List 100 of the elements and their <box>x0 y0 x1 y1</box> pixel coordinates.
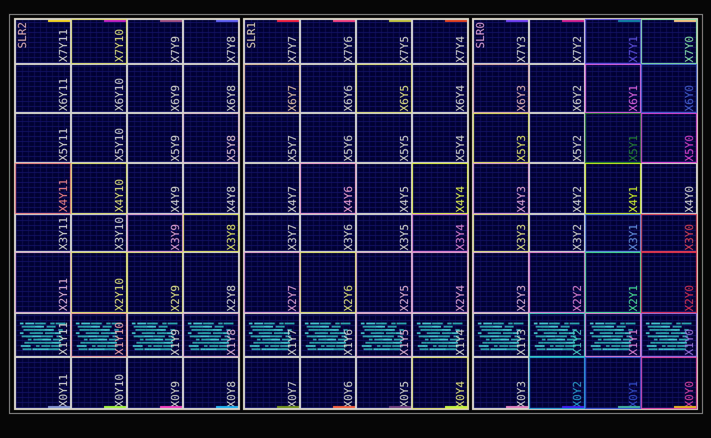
clock-region[interactable]: X6Y5 <box>356 64 412 113</box>
clock-region[interactable]: X5Y6 <box>300 113 356 163</box>
clock-region[interactable]: X4Y4 <box>412 163 468 214</box>
clock-region[interactable]: X3Y10 <box>71 214 127 252</box>
clock-region[interactable]: X4Y7 <box>244 163 300 214</box>
clock-region[interactable]: X0Y10 <box>71 357 127 409</box>
clock-region[interactable]: X7Y1 <box>585 19 641 64</box>
clock-region[interactable]: X5Y4 <box>412 113 468 163</box>
clock-region[interactable]: X1Y4 <box>412 313 468 357</box>
clock-region[interactable]: X6Y4 <box>412 64 468 113</box>
clock-region[interactable]: X2Y11 <box>15 252 71 313</box>
clock-region[interactable]: X5Y1 <box>585 113 641 163</box>
clock-region[interactable]: X6Y7 <box>244 64 300 113</box>
clock-region[interactable]: X3Y7 <box>244 214 300 252</box>
clock-region[interactable]: X2Y0 <box>641 252 697 313</box>
clock-region[interactable]: X5Y2 <box>529 113 585 163</box>
clock-region[interactable]: X0Y3 <box>473 357 529 409</box>
clock-region[interactable]: X7Y5 <box>356 19 412 64</box>
clock-region[interactable]: X1Y11 <box>15 313 71 357</box>
clock-region[interactable]: X3Y4 <box>412 214 468 252</box>
clock-region[interactable]: X3Y2 <box>529 214 585 252</box>
clock-region[interactable]: X2Y10 <box>71 252 127 313</box>
clock-region[interactable]: X3Y1 <box>585 214 641 252</box>
clock-region[interactable]: X2Y7 <box>244 252 300 313</box>
clock-region[interactable]: X7Y2 <box>529 19 585 64</box>
clock-region[interactable]: X2Y1 <box>585 252 641 313</box>
clock-region[interactable]: X4Y10 <box>71 163 127 214</box>
clock-region[interactable]: X4Y3 <box>473 163 529 214</box>
region-label: X7Y9 <box>170 36 181 62</box>
clock-region[interactable]: X0Y5 <box>356 357 412 409</box>
clock-region[interactable]: X5Y5 <box>356 113 412 163</box>
region-label: X1Y7 <box>287 328 298 355</box>
clock-region[interactable]: X3Y11 <box>15 214 71 252</box>
clock-region[interactable]: X6Y1 <box>585 64 641 113</box>
clock-region[interactable]: X2Y9 <box>127 252 183 313</box>
clock-region[interactable]: X7Y0 <box>641 19 697 64</box>
clock-region[interactable]: X7Y8 <box>183 19 239 64</box>
clock-region[interactable]: X5Y8 <box>183 113 239 163</box>
clock-region[interactable]: X4Y9 <box>127 163 183 214</box>
clock-region[interactable]: X2Y8 <box>183 252 239 313</box>
clock-region[interactable]: X3Y6 <box>300 214 356 252</box>
clock-region[interactable]: X1Y6 <box>300 313 356 357</box>
clock-region[interactable]: X1Y8 <box>183 313 239 357</box>
clock-region[interactable]: X4Y6 <box>300 163 356 214</box>
clock-region[interactable]: X0Y11 <box>15 357 71 409</box>
clock-region[interactable]: X2Y2 <box>529 252 585 313</box>
region-label: X2Y10 <box>114 278 125 311</box>
clock-region[interactable]: X4Y5 <box>356 163 412 214</box>
clock-region[interactable]: X0Y7 <box>244 357 300 409</box>
clock-region[interactable]: X6Y6 <box>300 64 356 113</box>
clock-region[interactable]: X2Y6 <box>300 252 356 313</box>
clock-region[interactable]: X5Y7 <box>244 113 300 163</box>
clock-region[interactable]: X7Y10 <box>71 19 127 64</box>
clock-region[interactable]: X3Y5 <box>356 214 412 252</box>
clock-region[interactable]: X0Y4 <box>412 357 468 409</box>
clock-region[interactable]: X4Y2 <box>529 163 585 214</box>
clock-region[interactable]: X3Y3 <box>473 214 529 252</box>
clock-region[interactable]: X4Y1 <box>585 163 641 214</box>
clock-region[interactable]: X1Y0 <box>641 313 697 357</box>
clock-region[interactable]: X0Y8 <box>183 357 239 409</box>
clock-region[interactable]: SLR2 X7Y11 <box>15 19 71 64</box>
clock-region[interactable]: X6Y11 <box>15 64 71 113</box>
clock-region[interactable]: SLR1 X7Y7 <box>244 19 300 64</box>
clock-region[interactable]: X5Y11 <box>15 113 71 163</box>
region-label: X3Y5 <box>399 224 410 250</box>
clock-region[interactable]: X1Y10 <box>71 313 127 357</box>
clock-region[interactable]: X4Y0 <box>641 163 697 214</box>
clock-region[interactable]: X3Y8 <box>183 214 239 252</box>
slr-label: SLR1 <box>246 22 257 48</box>
clock-region[interactable]: X1Y2 <box>529 313 585 357</box>
clock-region[interactable]: X6Y10 <box>71 64 127 113</box>
clock-region[interactable]: X1Y3 <box>473 313 529 357</box>
clock-region[interactable]: X0Y2 <box>529 357 585 409</box>
clock-region[interactable]: X5Y10 <box>71 113 127 163</box>
clock-region[interactable]: X4Y8 <box>183 163 239 214</box>
clock-region[interactable]: X3Y9 <box>127 214 183 252</box>
clock-region[interactable]: X0Y0 <box>641 357 697 409</box>
clock-region[interactable]: SLR0 X7Y3 <box>473 19 529 64</box>
clock-region[interactable]: X1Y9 <box>127 313 183 357</box>
clock-region[interactable]: X6Y3 <box>473 64 529 113</box>
clock-region[interactable]: X7Y9 <box>127 19 183 64</box>
clock-region[interactable]: X0Y9 <box>127 357 183 409</box>
clock-region[interactable]: X5Y3 <box>473 113 529 163</box>
clock-region[interactable]: X6Y0 <box>641 64 697 113</box>
clock-region[interactable]: X7Y6 <box>300 19 356 64</box>
clock-region[interactable]: X2Y3 <box>473 252 529 313</box>
clock-region[interactable]: X1Y5 <box>356 313 412 357</box>
clock-region[interactable]: X5Y0 <box>641 113 697 163</box>
clock-region[interactable]: X0Y6 <box>300 357 356 409</box>
clock-region[interactable]: X6Y2 <box>529 64 585 113</box>
clock-region[interactable]: X6Y8 <box>183 64 239 113</box>
clock-region[interactable]: X7Y4 <box>412 19 468 64</box>
clock-region[interactable]: X1Y1 <box>585 313 641 357</box>
clock-region[interactable]: X4Y11 <box>15 163 71 214</box>
clock-region[interactable]: X3Y0 <box>641 214 697 252</box>
clock-region[interactable]: X2Y5 <box>356 252 412 313</box>
clock-region[interactable]: X1Y7 <box>244 313 300 357</box>
clock-region[interactable]: X2Y4 <box>412 252 468 313</box>
clock-region[interactable]: X5Y9 <box>127 113 183 163</box>
clock-region[interactable]: X6Y9 <box>127 64 183 113</box>
